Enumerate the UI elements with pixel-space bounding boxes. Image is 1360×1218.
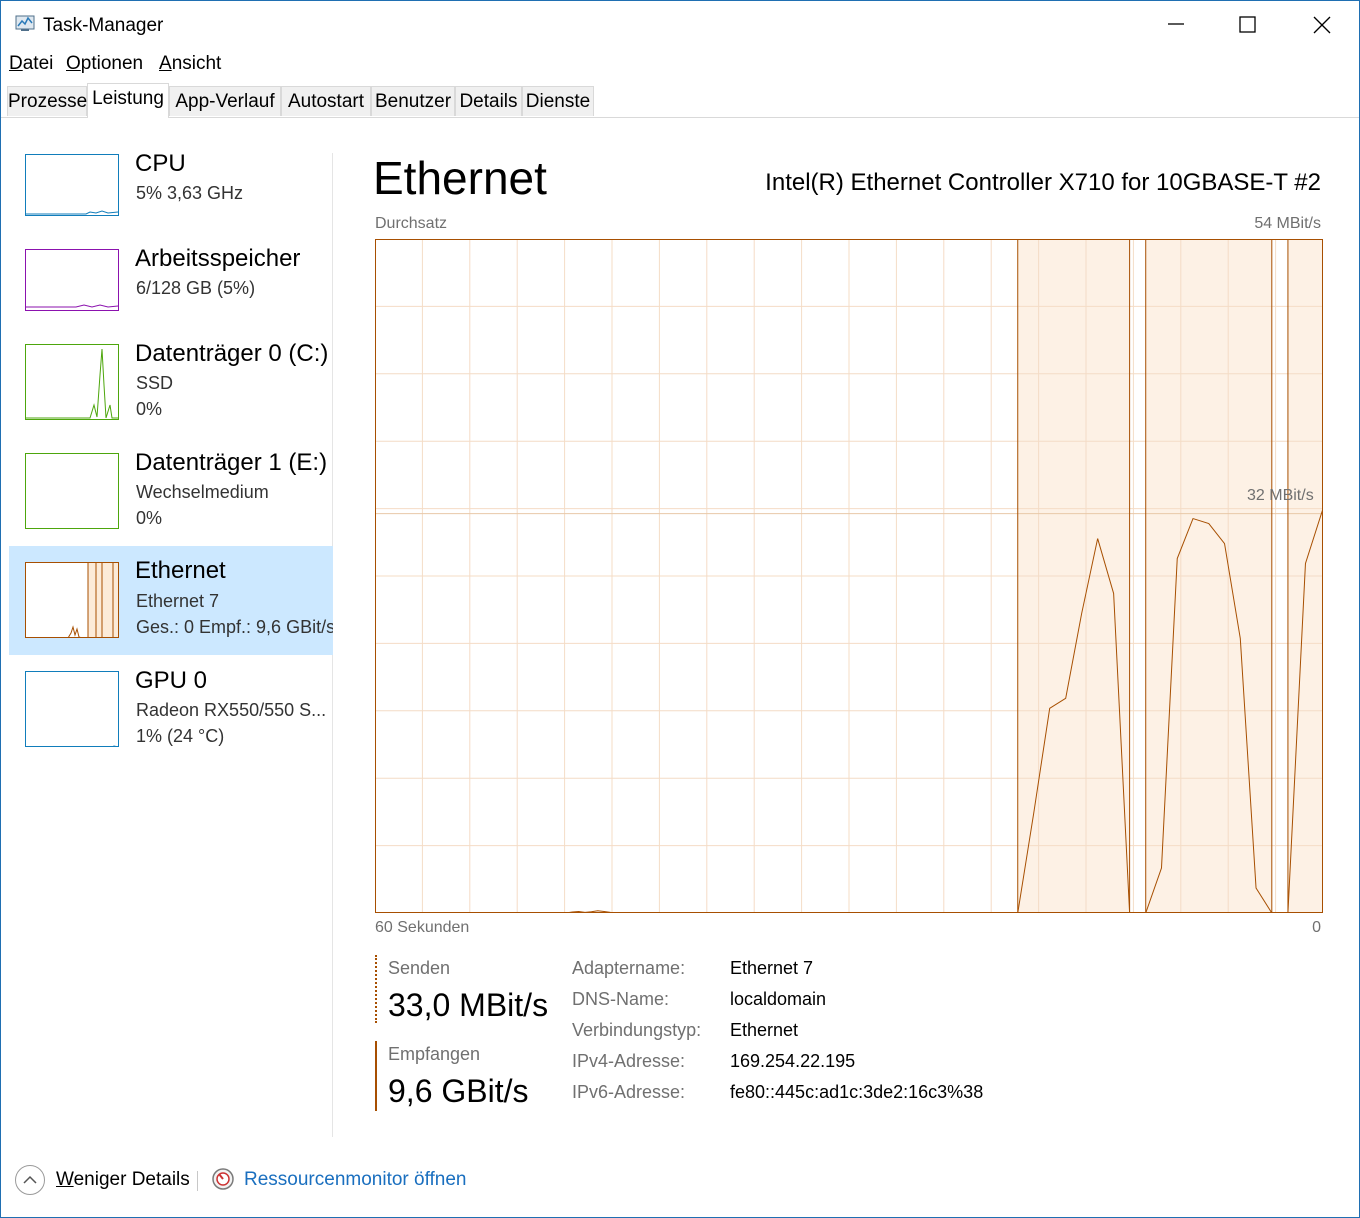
sidebar-item-adapter: Ethernet 7 <box>136 591 220 611</box>
memory-thumbnail-line <box>26 304 118 308</box>
send-label: Senden <box>388 958 451 978</box>
connection-type-value: Ethernet <box>730 1020 799 1040</box>
dns-name-label: DNS-Name: <box>572 989 670 1009</box>
sidebar-item-gpu[interactable]: GPU 0 Radeon RX550/550 S... 1% (24 °C) <box>9 667 333 778</box>
sidebar-item-title: CPU <box>135 150 186 177</box>
sidebar-item-model: Radeon RX550/550 S... <box>136 700 327 720</box>
disk-0-thumbnail-graph <box>25 344 119 420</box>
sidebar-item-detail: 0% <box>136 508 163 528</box>
resource-monitor-icon <box>212 1168 234 1190</box>
menu-datei[interactable]: Datei <box>9 53 53 75</box>
gpu-thumbnail-line <box>112 745 117 746</box>
tab-leistung[interactable]: Leistung <box>87 83 169 118</box>
memory-thumbnail-graph <box>25 249 119 311</box>
sidebar-item-type: SSD <box>136 373 174 393</box>
ipv4-label: IPv4-Adresse: <box>572 1051 686 1071</box>
menu-optionen-mnemonic: O <box>66 53 81 74</box>
task-manager-app-icon <box>15 15 35 31</box>
footer-separator <box>197 1171 198 1191</box>
tab-dienste[interactable]: Dienste <box>522 86 594 116</box>
window-title: Task-Manager <box>43 15 164 36</box>
menu-datei-label: atei <box>22 53 54 74</box>
sidebar-item-ethernet[interactable]: Ethernet Ethernet 7 Ges.: 0 Empf.: 9,6 G… <box>9 546 333 655</box>
minimize-button[interactable] <box>1141 1 1213 47</box>
throughput-chart <box>375 239 1323 913</box>
fewer-details-label: eniger Details <box>73 1169 190 1190</box>
menu-optionen[interactable]: Optionen <box>66 53 143 75</box>
sidebar-item-title: Arbeitsspeicher <box>135 245 301 272</box>
cpu-thumbnail-line <box>26 210 118 215</box>
adapter-name-label: Adaptername: <box>572 958 686 978</box>
ipv6-value: fe80::445c:ad1c:3de2:16c3%38 <box>730 1082 984 1102</box>
chart-time-end: 0 <box>1312 919 1321 936</box>
menu-ansicht[interactable]: Ansicht <box>159 53 221 75</box>
chevron-up-icon <box>23 1175 37 1184</box>
disk-1-thumbnail-graph <box>25 453 119 529</box>
fewer-details-button[interactable] <box>15 1165 45 1195</box>
tab-bar: Prozesse Leistung App-Verlauf Autostart … <box>1 81 1359 118</box>
task-manager-window: Task-Manager Datei Optionen Ansicht Proz… <box>0 0 1360 1218</box>
sidebar-item-title: Datenträger 0 (C:) <box>135 340 329 367</box>
receive-indicator <box>375 1041 377 1111</box>
menu-optionen-label: ptionen <box>80 53 144 74</box>
receive-value: 9,6 GBit/s <box>388 1073 529 1109</box>
tab-autostart[interactable]: Autostart <box>281 86 371 116</box>
maximize-button[interactable] <box>1213 1 1285 47</box>
menu-ansicht-label: nsicht <box>171 53 222 74</box>
ipv6-label: IPv6-Adresse: <box>572 1082 686 1102</box>
tab-app-verlauf[interactable]: App-Verlauf <box>169 86 281 116</box>
maximize-icon <box>1239 16 1256 33</box>
fewer-details-link[interactable]: Weniger Details <box>56 1169 190 1191</box>
sidebar-item-detail: 6/128 GB (5%) <box>136 278 256 298</box>
adapter-name-value: Ethernet 7 <box>730 958 814 978</box>
connection-type-label: Verbindungstyp: <box>572 1020 702 1040</box>
sidebar-item-disk-0[interactable]: Datenträger 0 (C:) SSD 0% <box>9 340 333 451</box>
ipv4-value: 169.254.22.195 <box>730 1051 856 1071</box>
tab-details[interactable]: Details <box>455 86 522 116</box>
cpu-thumbnail-graph <box>25 154 119 216</box>
resource-monitor-link[interactable]: Ressourcenmonitor öffnen <box>244 1169 467 1191</box>
tab-prozesse[interactable]: Prozesse <box>7 86 87 116</box>
chart-time-span: 60 Sekunden <box>375 919 470 936</box>
tab-benutzer[interactable]: Benutzer <box>371 86 455 116</box>
sidebar-item-detail: 0% <box>136 399 163 419</box>
sidebar-item-type: Wechselmedium <box>136 482 269 502</box>
menu-ansicht-mnemonic: A <box>159 53 172 74</box>
page-title: Ethernet <box>373 152 547 204</box>
sidebar-item-title: Ethernet <box>135 557 226 584</box>
sidebar-item-disk-1[interactable]: Datenträger 1 (E:) Wechselmedium 0% <box>9 449 333 560</box>
minimize-icon <box>1168 23 1184 25</box>
send-value: 33,0 MBit/s <box>388 987 549 1023</box>
disk-0-thumbnail-line <box>26 348 118 419</box>
chart-scale-mid: 32 MBit/s <box>1247 487 1314 504</box>
fewer-details-mnemonic: W <box>56 1169 74 1190</box>
ethernet-thumbnail-graph <box>25 562 119 638</box>
send-indicator <box>375 955 377 1023</box>
menu-datei-mnemonic: D <box>9 53 23 74</box>
receive-label: Empfangen <box>388 1044 481 1064</box>
sidebar-item-detail: Ges.: 0 Empf.: 9,6 GBit/s <box>136 617 333 637</box>
sidebar-item-title: Datenträger 1 (E:) <box>135 449 328 476</box>
adapter-description: Intel(R) Ethernet Controller X710 for 10… <box>765 169 1321 196</box>
chart-title: Durchsatz <box>375 215 448 232</box>
ethernet-thumbnail-line <box>68 563 118 637</box>
title-bar[interactable]: Task-Manager <box>1 1 1359 47</box>
sidebar-item-detail: 5% 3,63 GHz <box>136 183 244 203</box>
dns-name-value: localdomain <box>730 989 827 1009</box>
sidebar-item-title: GPU 0 <box>135 667 208 694</box>
gpu-thumbnail-graph <box>25 671 119 747</box>
close-icon <box>1313 16 1331 34</box>
close-button[interactable] <box>1287 1 1359 47</box>
sidebar-item-detail: 1% (24 °C) <box>136 726 225 746</box>
chart-scale-max: 54 MBit/s <box>1254 215 1321 232</box>
